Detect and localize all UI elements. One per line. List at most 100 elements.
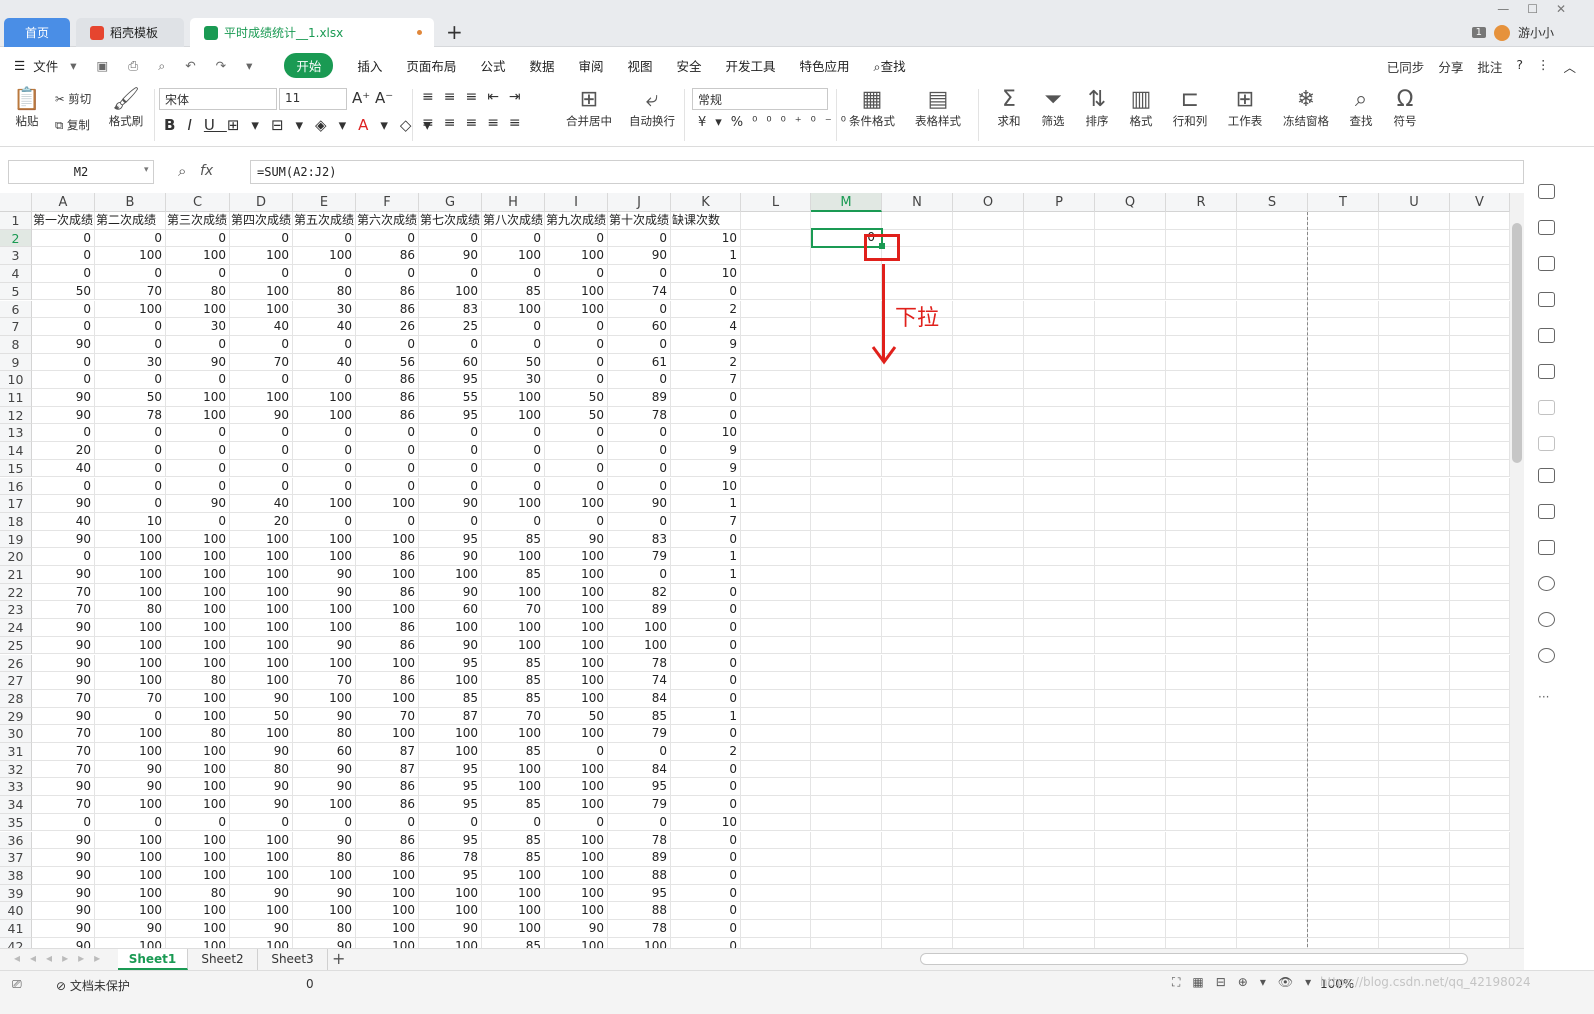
cell-I29[interactable]: 50 [545, 707, 608, 726]
cell-I25[interactable]: 100 [545, 636, 608, 655]
cell-B25[interactable]: 100 [95, 636, 166, 655]
cell-O3[interactable] [953, 247, 1024, 266]
cell-K16[interactable]: 10 [671, 477, 741, 496]
style-icon[interactable] [1538, 256, 1555, 271]
symbol-button[interactable]: Ω 符号 [1388, 87, 1422, 129]
cell-C41[interactable]: 100 [166, 920, 230, 938]
row-header-42[interactable]: 42 [0, 937, 32, 948]
cell-R34[interactable] [1166, 796, 1237, 814]
row-header-3[interactable]: 3 [0, 247, 32, 266]
cell-R25[interactable] [1166, 636, 1237, 655]
cell-K4[interactable]: 10 [671, 265, 741, 283]
cell-H25[interactable]: 100 [482, 636, 545, 655]
cell-J5[interactable]: 74 [608, 282, 671, 301]
sheet-nav-icons[interactable]: ◂◂◂▸▸▸ [14, 951, 110, 965]
cell-U25[interactable] [1379, 636, 1450, 655]
cell-F33[interactable]: 86 [356, 778, 419, 797]
cell-P6[interactable] [1024, 300, 1095, 319]
tab-file[interactable]: 平时成绩统计__1.xlsx [190, 18, 434, 47]
cell-A35[interactable]: 0 [32, 813, 95, 832]
more-dots-icon[interactable]: ··· [1538, 690, 1549, 704]
cell-N38[interactable] [882, 866, 953, 885]
cell-A20[interactable]: 0 [32, 548, 95, 566]
cell-P35[interactable] [1024, 813, 1095, 832]
cell-P27[interactable] [1024, 672, 1095, 690]
cell-L12[interactable] [741, 406, 811, 425]
cell-B31[interactable]: 100 [95, 743, 166, 761]
horizontal-scrollbar[interactable] [920, 953, 1468, 965]
cell-J41[interactable]: 78 [608, 920, 671, 938]
row-header-22[interactable]: 22 [0, 583, 32, 602]
cell-L35[interactable] [741, 813, 811, 832]
cell-I12[interactable]: 50 [545, 406, 608, 425]
cell-U1[interactable] [1379, 212, 1450, 230]
column-header-B[interactable]: B [95, 193, 166, 212]
cell-U35[interactable] [1379, 813, 1450, 832]
cell-V23[interactable] [1450, 601, 1510, 620]
menu-data[interactable]: 数据 [529, 56, 554, 75]
cell-M20[interactable] [811, 548, 882, 566]
cell-O38[interactable] [953, 866, 1024, 885]
cell-R6[interactable] [1166, 300, 1237, 319]
cell-U18[interactable] [1379, 512, 1450, 531]
cell-S18[interactable] [1237, 512, 1308, 531]
cell-P9[interactable] [1024, 353, 1095, 372]
cell-F2[interactable]: 0 [356, 229, 419, 248]
cell-F25[interactable]: 86 [356, 636, 419, 655]
cell-J42[interactable]: 100 [608, 937, 671, 948]
cell-N17[interactable] [882, 495, 953, 513]
cell-K13[interactable]: 10 [671, 424, 741, 443]
cell-I21[interactable]: 100 [545, 566, 608, 584]
cell-K9[interactable]: 2 [671, 353, 741, 372]
cell-L13[interactable] [741, 424, 811, 443]
cell-S28[interactable] [1237, 689, 1308, 708]
cell-B21[interactable]: 100 [95, 566, 166, 584]
cell-H23[interactable]: 70 [482, 601, 545, 620]
row-header-30[interactable]: 30 [0, 725, 32, 743]
cell-K17[interactable]: 1 [671, 495, 741, 513]
cell-Q17[interactable] [1095, 495, 1166, 513]
cell-V9[interactable] [1450, 353, 1510, 372]
cell-D10[interactable]: 0 [230, 371, 293, 389]
add-sheet-icon[interactable]: + [332, 949, 345, 968]
cell-U14[interactable] [1379, 442, 1450, 460]
cell-O16[interactable] [953, 477, 1024, 496]
cell-J35[interactable]: 0 [608, 813, 671, 832]
sheet-tab-2[interactable]: Sheet2 [188, 949, 258, 970]
cell-N13[interactable] [882, 424, 953, 443]
cell-G23[interactable]: 60 [419, 601, 482, 620]
cell-M21[interactable] [811, 566, 882, 584]
cell-A42[interactable]: 90 [32, 937, 95, 948]
cell-P17[interactable] [1024, 495, 1095, 513]
cell-R27[interactable] [1166, 672, 1237, 690]
cell-Q28[interactable] [1095, 689, 1166, 708]
cell-D39[interactable]: 90 [230, 884, 293, 903]
cell-K14[interactable]: 9 [671, 442, 741, 460]
cell-P22[interactable] [1024, 583, 1095, 602]
cell-E6[interactable]: 30 [293, 300, 356, 319]
cell-L22[interactable] [741, 583, 811, 602]
cell-K29[interactable]: 1 [671, 707, 741, 726]
cell-L32[interactable] [741, 760, 811, 779]
cell-P18[interactable] [1024, 512, 1095, 531]
cell-C1[interactable]: 第三次成绩 [166, 212, 230, 230]
cell-E25[interactable]: 90 [293, 636, 356, 655]
cell-O24[interactable] [953, 619, 1024, 637]
cell-L6[interactable] [741, 300, 811, 319]
cell-P23[interactable] [1024, 601, 1095, 620]
cell-P2[interactable] [1024, 229, 1095, 248]
cell-D7[interactable]: 40 [230, 318, 293, 336]
cell-J40[interactable]: 88 [608, 902, 671, 920]
cell-P33[interactable] [1024, 778, 1095, 797]
cell-S23[interactable] [1237, 601, 1308, 620]
column-header-R[interactable]: R [1166, 193, 1237, 212]
cell-P1[interactable] [1024, 212, 1095, 230]
cell-S4[interactable] [1237, 265, 1308, 283]
cell-U38[interactable] [1379, 866, 1450, 885]
cell-C7[interactable]: 30 [166, 318, 230, 336]
cell-F30[interactable]: 100 [356, 725, 419, 743]
column-header-M[interactable]: M [811, 193, 882, 212]
cell-B24[interactable]: 100 [95, 619, 166, 637]
cell-G24[interactable]: 100 [419, 619, 482, 637]
row-header-31[interactable]: 31 [0, 743, 32, 761]
